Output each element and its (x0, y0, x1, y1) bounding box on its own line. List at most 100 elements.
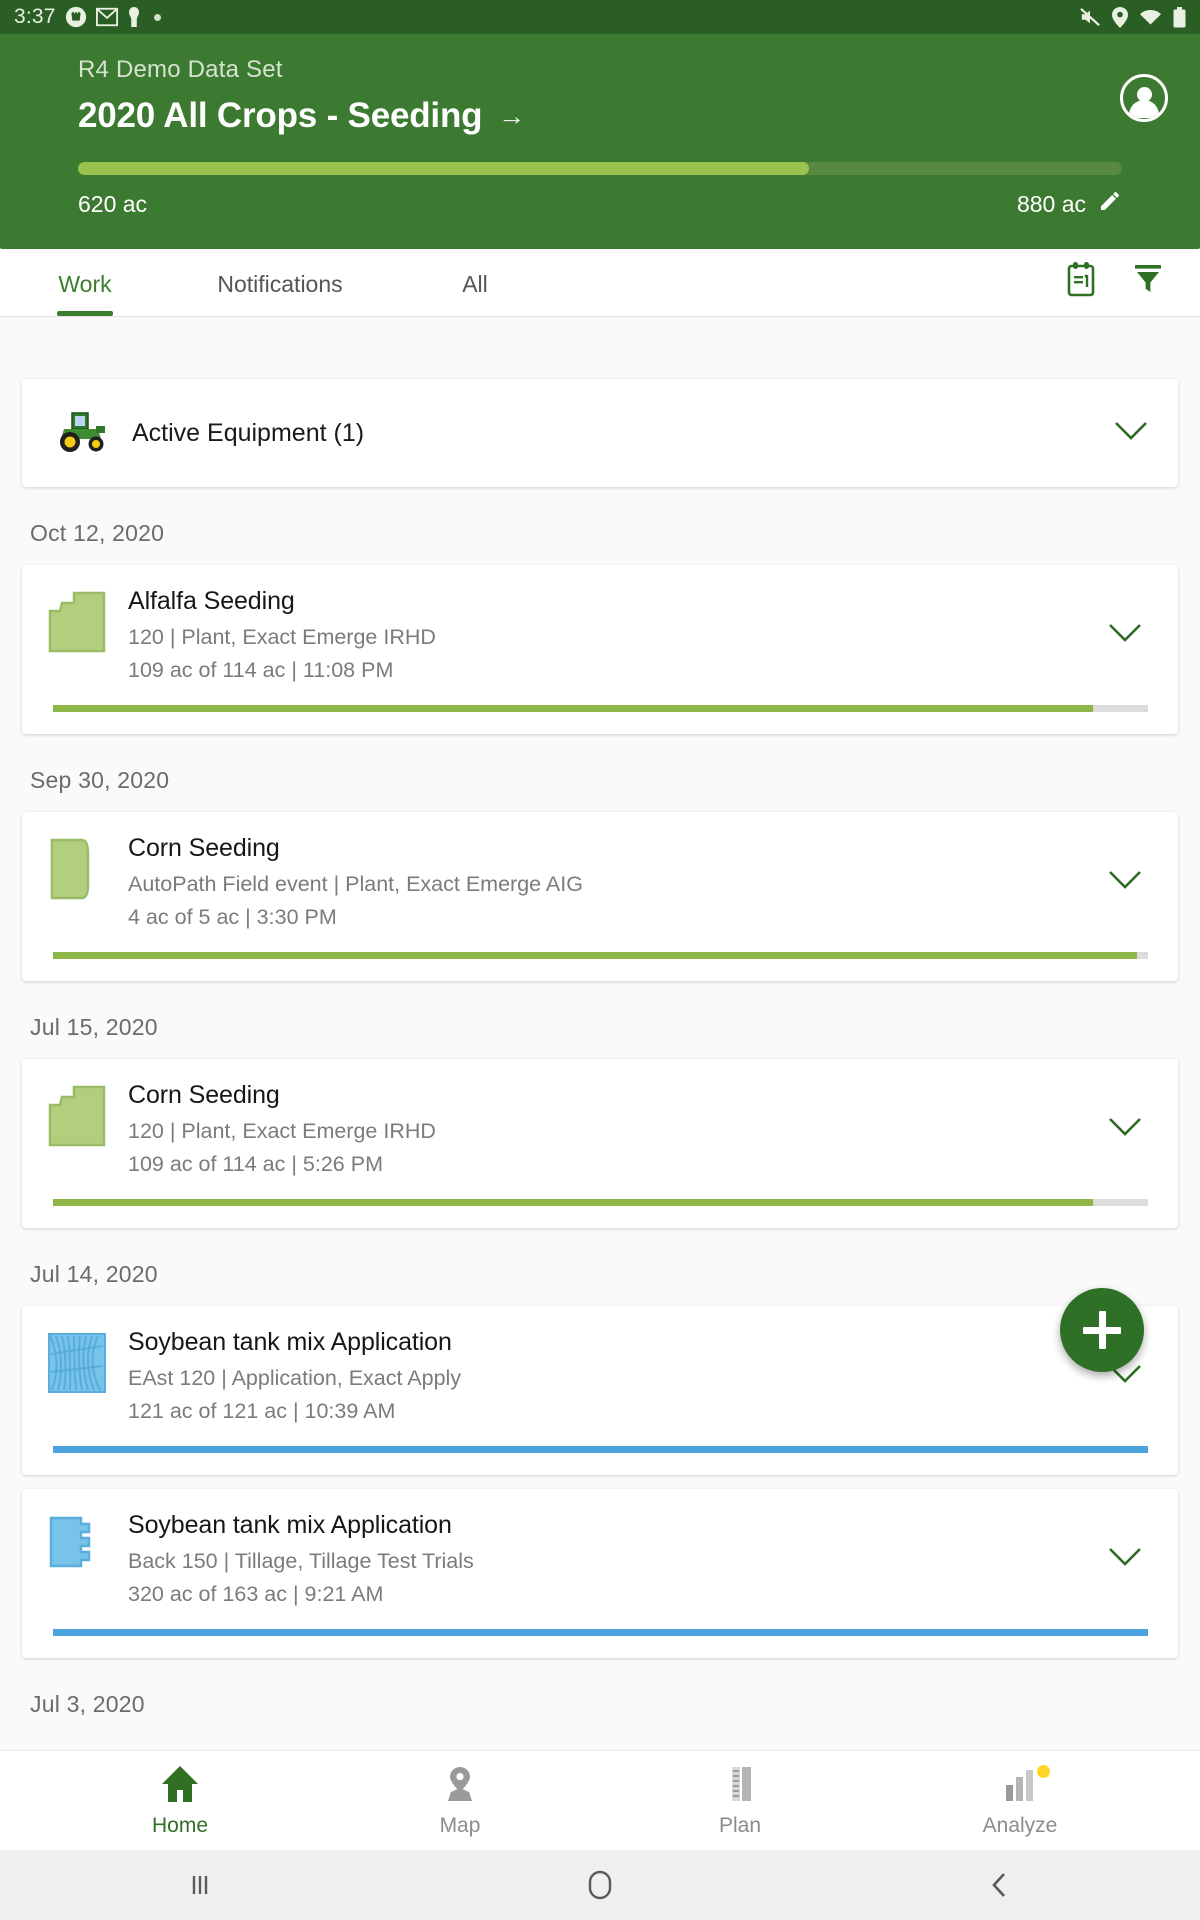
work-card-main: Alfalfa Seeding 120 | Plant, Exact Emerge… (48, 587, 1148, 683)
add-button[interactable] (1060, 1288, 1144, 1372)
chevron-down-icon[interactable] (1108, 1546, 1148, 1573)
work-card-detail: 320 ac of 163 ac | 9:21 AM (128, 1582, 384, 1606)
work-card-title: Corn Seeding (128, 834, 280, 862)
feed-date-label: Jul 15, 2020 (30, 1014, 158, 1040)
work-card[interactable]: Corn Seeding AutoPath Field event | Plant… (22, 812, 1178, 981)
work-plan-icon[interactable] (1064, 261, 1098, 302)
plan-title-row[interactable]: 2020 All Crops - Seeding → (78, 96, 1174, 136)
organization-name: R4 Demo Data Set (78, 56, 283, 83)
field-thumbnail-icon (48, 1515, 106, 1577)
chevron-down-icon[interactable] (1108, 622, 1148, 649)
work-card-detail: 109 ac of 114 ac | 11:08 PM (128, 658, 394, 682)
work-card-subtitle: AutoPath Field event | Plant, Exact Emer… (128, 872, 583, 896)
bottom-nav-plan-label: Plan (718, 1814, 762, 1837)
plan-progress-track (78, 162, 1122, 175)
home-button[interactable] (400, 1869, 800, 1901)
field-thumbnail-icon (48, 591, 106, 653)
filter-icon[interactable] (1132, 262, 1164, 301)
work-card-title: Soybean tank mix Application (128, 1511, 452, 1539)
recents-button[interactable] (0, 1870, 400, 1900)
android-status-bar: 3:37 (0, 0, 1200, 34)
bottom-nav-home[interactable]: Home (40, 1763, 320, 1838)
work-card-text: Corn Seeding 120 | Plant, Exact Emerge IR… (128, 1081, 1108, 1177)
feed-date-label: Sep 30, 2020 (30, 767, 170, 793)
tab-actions (1064, 261, 1200, 316)
work-card-detail: 121 ac of 121 ac | 10:39 AM (128, 1399, 396, 1423)
plan-progress: 620 ac 880 ac (78, 162, 1122, 219)
plan-icon (719, 1763, 761, 1810)
work-card-title: Corn Seeding (128, 1081, 280, 1109)
work-card-subtitle: EAst 120 | Application, Exact Apply (128, 1366, 462, 1390)
work-card[interactable]: Soybean tank mix Application EAst 120 | A… (22, 1306, 1178, 1475)
work-card[interactable]: Soybean tank mix Application Back 150 | T… (22, 1489, 1178, 1658)
active-equipment-card[interactable]: Active Equipment (1) (22, 379, 1178, 487)
work-card-main: Soybean tank mix Application Back 150 | T… (48, 1511, 1148, 1607)
plus-icon-vertical (1098, 1311, 1106, 1349)
bottom-nav-plan[interactable]: Plan (600, 1763, 880, 1838)
status-bar-clock: 3:37 (14, 5, 56, 28)
system-navigation-bar (0, 1850, 1200, 1920)
bottom-nav-home-label: Home (151, 1814, 209, 1837)
location-pin-icon (1112, 6, 1128, 28)
tractor-icon (52, 409, 110, 458)
app-screen: 3:37 R4 Demo Data Set 2020 All Crops - S… (0, 0, 1200, 1920)
plan-progress-current: 620 ac (78, 190, 148, 217)
bottom-nav-map[interactable]: Map (320, 1763, 600, 1838)
work-card-progress-track (53, 705, 1148, 712)
bottom-nav-analyze-label: Analyze (982, 1814, 1058, 1837)
work-card-progress-track (53, 952, 1148, 959)
page-header: R4 Demo Data Set 2020 All Crops - Seedin… (0, 34, 1200, 249)
field-thumbnail-icon (48, 1332, 106, 1394)
page-title: 2020 All Crops - Seeding (78, 96, 483, 135)
work-card-progress-track (53, 1446, 1148, 1453)
chevron-down-icon[interactable] (1108, 869, 1148, 896)
active-equipment-label: Active Equipment (1) (132, 418, 365, 447)
feed-date-label: Jul 3, 2020 (30, 1691, 145, 1717)
work-card-text: Alfalfa Seeding 120 | Plant, Exact Emerge… (128, 587, 1108, 683)
tab-notifications[interactable]: Notifications (170, 271, 390, 316)
analyze-bars-icon (999, 1763, 1041, 1810)
home-icon (159, 1763, 201, 1810)
work-card-subtitle: Back 150 | Tillage, Tillage Test Trials (128, 1549, 474, 1573)
work-card-progress-fill (53, 1446, 1148, 1453)
mute-icon (1079, 7, 1101, 27)
status-bar-left: 3:37 (14, 5, 161, 29)
work-card-text: Soybean tank mix Application EAst 120 | A… (128, 1328, 1108, 1424)
battery-icon (1173, 6, 1186, 28)
avatar-body-icon (1129, 100, 1159, 118)
work-card-detail: 4 ac of 5 ac | 3:30 PM (128, 905, 337, 929)
chevron-down-icon[interactable] (1114, 420, 1148, 447)
work-card-main: Corn Seeding AutoPath Field event | Plant… (48, 834, 1148, 930)
feed-date-label: Jul 14, 2020 (30, 1261, 158, 1287)
work-card-subtitle: 120 | Plant, Exact Emerge IRHD (128, 1119, 436, 1143)
work-card[interactable]: Corn Seeding 120 | Plant, Exact Emerge IR… (22, 1059, 1178, 1228)
map-pin-icon (439, 1763, 481, 1810)
bottom-nav-map-label: Map (439, 1814, 481, 1837)
tab-all[interactable]: All (390, 271, 560, 316)
work-card-main: Corn Seeding 120 | Plant, Exact Emerge IR… (48, 1081, 1148, 1177)
work-feed[interactable]: Active Equipment (1) Oct 12, 2020 Alfalfa… (0, 317, 1200, 1750)
gmail-icon (95, 7, 118, 27)
work-card-progress-fill (53, 1629, 1148, 1636)
plan-progress-labels: 620 ac 880 ac (78, 189, 1122, 219)
bottom-nav-analyze[interactable]: Analyze (880, 1763, 1160, 1838)
wifi-icon (1139, 8, 1162, 26)
work-card-progress-fill (53, 952, 1138, 959)
work-card-progress-fill (53, 1199, 1094, 1206)
work-card-main: Soybean tank mix Application EAst 120 | A… (48, 1328, 1148, 1424)
status-bar-right (1079, 6, 1186, 28)
work-card[interactable]: Alfalfa Seeding 120 | Plant, Exact Emerge… (22, 565, 1178, 734)
feed-date-label: Oct 12, 2020 (30, 520, 165, 546)
tab-bar: Work Notifications All (0, 249, 1200, 317)
arrow-right-icon[interactable]: → (498, 102, 525, 130)
work-card-progress-fill (53, 705, 1094, 712)
chevron-down-icon[interactable] (1108, 1116, 1148, 1143)
plan-progress-right: 880 ac (1017, 189, 1122, 219)
back-button[interactable] (800, 1870, 1200, 1900)
avatar[interactable] (1120, 74, 1168, 122)
work-card-progress-track (53, 1199, 1148, 1206)
feed-groups: Oct 12, 2020 Alfalfa Seeding 120 | Plant, … (0, 520, 1200, 1718)
pencil-icon[interactable] (1098, 189, 1122, 219)
plan-progress-total: 880 ac (1016, 190, 1086, 217)
tab-work[interactable]: Work (0, 271, 170, 316)
